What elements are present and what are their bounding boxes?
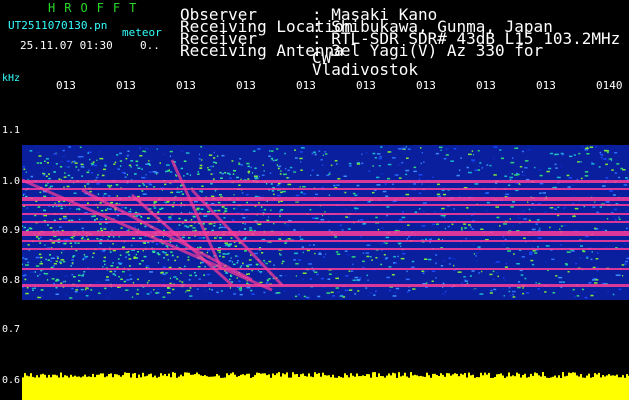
app-brand: HROFFT — [48, 1, 146, 15]
location-value: : Shibukawa, Gunma, Japan — [312, 17, 553, 36]
time-tick-label: 013 — [536, 79, 556, 92]
frequency-unit-label: kHz — [2, 73, 21, 84]
time-tick-label: 013 — [116, 79, 136, 92]
datetime-label: 25.11.07 01:30 — [20, 39, 113, 52]
time-tick-label: 013 — [296, 79, 316, 92]
frequency-tick-label: 0.9 — [2, 225, 21, 236]
observer-value: : Masaki Kano — [312, 5, 438, 24]
hrofft-window: { "header": { "brand": "HROFFT", "filena… — [0, 0, 629, 400]
frequency-tick-label: 0.6 — [2, 375, 21, 386]
time-tick-label: 0140 — [596, 79, 623, 92]
frequency-tick-label: 1.1 — [2, 125, 21, 136]
noise-floor-bar — [22, 372, 629, 400]
frequency-tick-label: 0.7 — [2, 324, 21, 335]
frequency-tick-label: 0.8 — [2, 275, 21, 286]
filename-label: UT2511070130.pn — [8, 19, 108, 32]
time-tick-label: 013 — [356, 79, 376, 92]
time-tick-label: 013 — [416, 79, 436, 92]
time-tick-label: 013 — [476, 79, 496, 92]
time-tick-label: 013 — [236, 79, 256, 92]
meteor-label: meteor — [122, 26, 162, 39]
meteor-count: 0.. — [140, 39, 160, 52]
frequency-tick-label: 1.0 — [2, 176, 21, 187]
time-tick-label: 013 — [56, 79, 76, 92]
receiver-value: : RTL-SDR SDR# 43dB L15 103.2MHz CW — [312, 29, 621, 67]
header-field-values: : Masaki Kano : Shibukawa, Gunma, Japan … — [312, 5, 629, 79]
time-tick-label: 013 — [176, 79, 196, 92]
spectrogram-plot — [22, 145, 629, 400]
